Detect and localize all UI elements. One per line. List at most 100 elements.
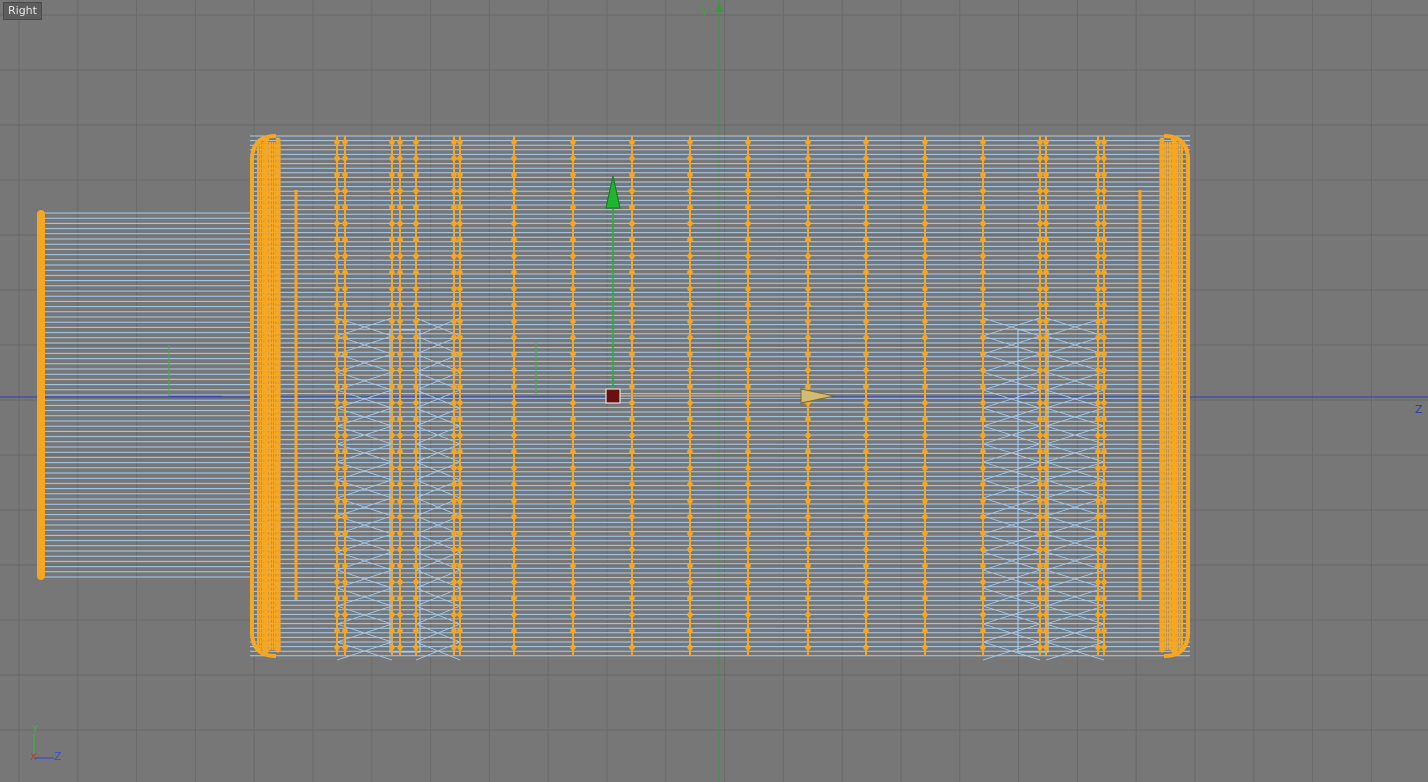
vertex <box>413 481 419 488</box>
vertex <box>687 628 693 634</box>
pivot-icon[interactable] <box>605 388 621 404</box>
vertex <box>275 257 281 263</box>
vertex <box>262 202 270 210</box>
vertex <box>687 481 693 488</box>
vertex <box>1159 155 1165 161</box>
vertex <box>1170 220 1178 228</box>
arrow-right-icon[interactable] <box>800 388 835 404</box>
vertex <box>275 581 281 587</box>
vertex <box>1170 160 1178 168</box>
vertex <box>745 253 751 259</box>
vertex <box>1043 448 1049 455</box>
vertex <box>863 644 869 651</box>
vertex <box>1037 530 1043 536</box>
vertex <box>980 611 986 618</box>
vertex <box>1095 546 1101 553</box>
vertex <box>1037 514 1043 520</box>
vertex <box>1037 367 1043 374</box>
vertex <box>413 416 419 422</box>
vertex <box>389 383 395 390</box>
vertex <box>1037 171 1043 178</box>
vertex <box>980 546 986 553</box>
vertex <box>451 628 457 634</box>
vertex <box>1170 148 1178 156</box>
vertex <box>262 520 270 528</box>
vertex <box>687 400 693 406</box>
vertex <box>342 530 348 536</box>
vertex <box>334 644 340 651</box>
vertex <box>397 285 403 292</box>
vertex <box>451 611 457 618</box>
vertex <box>980 579 986 585</box>
vertex <box>570 139 576 145</box>
vertex <box>413 530 419 536</box>
vertex <box>1170 388 1178 396</box>
vertex <box>262 244 270 252</box>
vertex <box>334 611 340 618</box>
vertex <box>922 220 928 227</box>
vertex <box>275 437 281 443</box>
vertex <box>922 579 928 585</box>
vertex <box>1101 416 1107 422</box>
vertex <box>980 644 986 651</box>
vertex <box>262 262 270 270</box>
arrow-up-icon[interactable] <box>605 175 621 209</box>
vertex <box>629 383 635 390</box>
view-label-button[interactable]: Right <box>3 2 42 20</box>
vertex <box>1170 466 1178 474</box>
vertex <box>980 367 986 374</box>
vertex <box>262 628 270 636</box>
vertex <box>342 188 348 194</box>
vertex <box>1159 383 1165 389</box>
vertex <box>275 467 281 473</box>
vertex <box>1170 394 1178 402</box>
vertex <box>922 285 928 292</box>
vertex <box>275 455 281 461</box>
vertex <box>413 155 419 162</box>
vertex <box>1170 568 1178 576</box>
vertex <box>275 269 281 275</box>
vertex <box>275 533 281 539</box>
vertex <box>451 351 457 357</box>
vertex <box>863 204 869 210</box>
viewport-right[interactable]: Right Y Z Y Z X <box>0 0 1428 782</box>
vertex <box>262 274 270 282</box>
vertex <box>262 148 270 156</box>
vertex <box>805 481 811 488</box>
vertex <box>1170 226 1178 234</box>
vertex <box>687 530 693 536</box>
vertex <box>334 237 340 243</box>
vertex <box>275 227 281 233</box>
vertex <box>745 220 751 227</box>
vertex <box>805 237 811 243</box>
vertex <box>511 563 517 569</box>
vertex <box>922 628 928 634</box>
vertex <box>511 351 517 357</box>
vertex <box>745 155 751 162</box>
vertex <box>805 188 811 194</box>
scene-canvas[interactable] <box>0 0 1428 782</box>
vertex <box>1159 569 1165 575</box>
vertex <box>980 595 986 602</box>
vertex <box>1159 545 1165 551</box>
vertex <box>451 579 457 585</box>
vertex <box>389 139 395 145</box>
vertex <box>687 188 693 194</box>
vertex <box>922 302 928 308</box>
vertex <box>687 351 693 357</box>
vertex <box>334 497 340 504</box>
vertex <box>1170 604 1178 612</box>
vertex <box>1101 514 1107 520</box>
vertex <box>262 322 270 330</box>
vertex <box>342 611 348 618</box>
vertex <box>1170 376 1178 384</box>
vertex <box>511 253 517 259</box>
vertex <box>397 318 403 325</box>
vertex <box>745 481 751 488</box>
vertex <box>275 551 281 557</box>
vertex <box>629 497 635 504</box>
vertex <box>397 448 403 455</box>
vertex <box>1170 580 1178 588</box>
vertex <box>334 530 340 536</box>
vertex <box>397 611 403 618</box>
